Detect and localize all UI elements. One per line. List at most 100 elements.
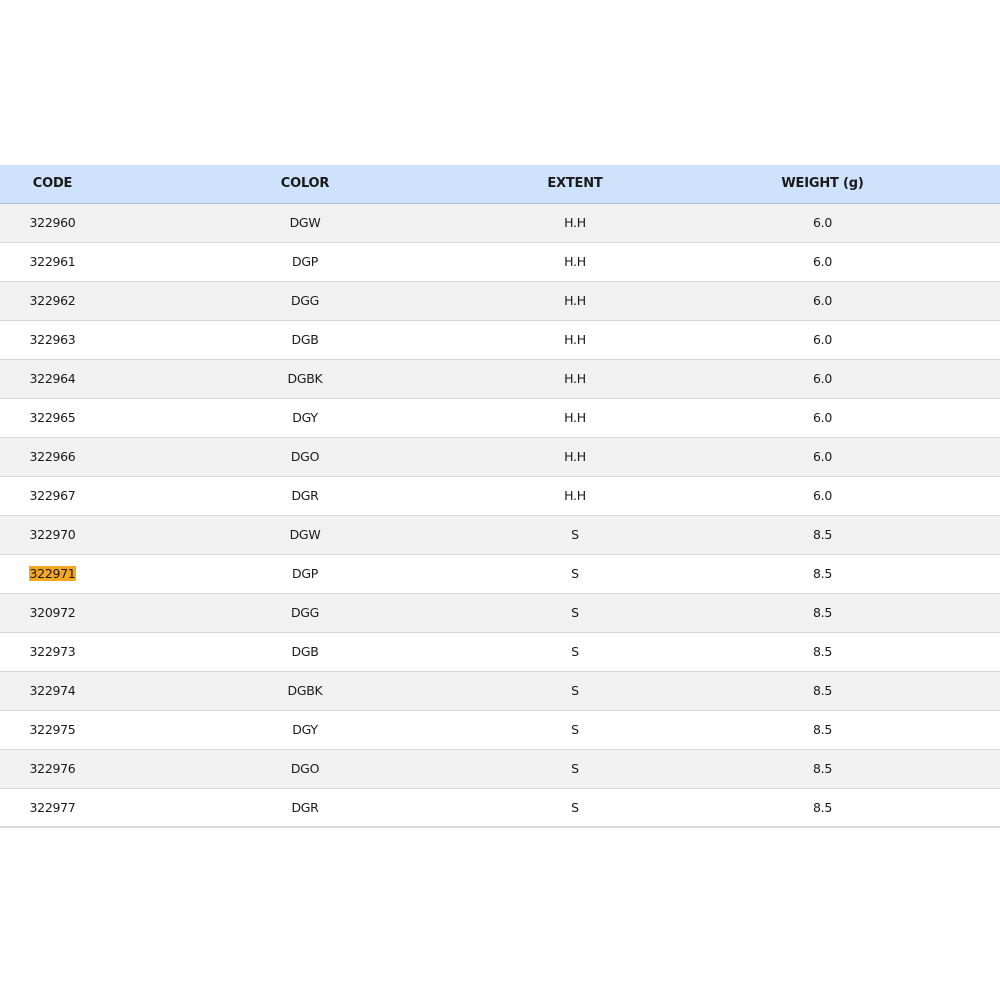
cell-color: DGBK: [287, 371, 323, 386]
cell-code: 322976: [0, 749, 105, 788]
cell-extent: S: [571, 605, 579, 620]
table-body: 322960 DGW H.H 6.0 322961 DGP H.H 6.0 322962 DGG H…: [0, 203, 1000, 827]
code-text: 322962: [29, 293, 76, 308]
cell-weight: 8.5: [813, 799, 832, 815]
cell-color: DGP: [292, 254, 318, 269]
cell-extent: S: [571, 799, 579, 815]
cell-code: 322963: [0, 320, 105, 359]
column-header-color: COLOR: [105, 165, 505, 204]
cell-extent: H.H: [564, 371, 586, 386]
cell-code: 322962: [0, 281, 105, 320]
column-header-code: CODE: [0, 165, 105, 204]
cell-code: 322974: [0, 671, 105, 710]
cell-extent: H.H: [564, 293, 586, 308]
cell-code: 320972: [0, 593, 105, 632]
cell-code: 322977: [0, 788, 105, 827]
code-text: 322967: [29, 488, 76, 503]
cell-color: DGG: [290, 293, 320, 308]
cell-color: DGR: [291, 799, 319, 815]
cell-extent: S: [571, 566, 579, 581]
cell-weight: 8.5: [813, 683, 832, 698]
cell-color: DGG: [290, 605, 320, 620]
table-row: 322965 DGY H.H 6.0: [0, 398, 1000, 437]
highlighted-code-text: 322971: [28, 566, 77, 581]
table-row: 322970 DGW S 8.5: [0, 515, 1000, 554]
table-row: 322963 DGB H.H 6.0: [0, 320, 1000, 359]
cell-extent: H.H: [564, 449, 586, 464]
cell-weight: 6.0: [813, 215, 832, 230]
code-text: 322977: [29, 799, 76, 815]
cell-code: 322965: [0, 398, 105, 437]
cell-extent: S: [571, 527, 579, 542]
table-row: 322966 DGO H.H 6.0: [0, 437, 1000, 476]
cell-code: 322964: [0, 359, 105, 398]
code-text: 322960: [29, 215, 76, 230]
cell-color: DGW: [289, 527, 321, 542]
cell-weight: 6.0: [813, 332, 832, 347]
table-row: 322961 DGP H.H 6.0: [0, 242, 1000, 281]
cell-color: DGO: [290, 761, 320, 776]
cell-code: 322967: [0, 476, 105, 515]
cell-extent: H.H: [564, 488, 586, 503]
table-header-row: CODE COLOR EXTENT WEIGHT (g): [0, 165, 1000, 204]
code-text: 322966: [29, 449, 76, 464]
table-row: 322962 DGG H.H 6.0: [0, 281, 1000, 320]
cell-code: 322973: [0, 632, 105, 671]
cell-color: DGY: [292, 410, 318, 425]
code-text: 322964: [29, 371, 76, 386]
cell-code: 322966: [0, 437, 105, 476]
cell-extent: S: [571, 644, 579, 659]
cell-extent: H.H: [564, 215, 586, 230]
cell-weight: 8.5: [813, 566, 832, 581]
product-spec-table: CODE COLOR EXTENT WEIGHT (g) 322960 DGW H.…: [0, 165, 1000, 828]
cell-code: 322970: [0, 515, 105, 554]
table-row: 322967 DGR H.H 6.0: [0, 476, 1000, 515]
code-text: 320972: [29, 605, 76, 620]
code-text: 322973: [29, 644, 76, 659]
code-text: 322976: [29, 761, 76, 776]
cell-color: DGB: [291, 332, 319, 347]
cell-color: DGB: [291, 644, 319, 659]
cell-weight: 6.0: [813, 371, 832, 386]
cell-color: DGO: [290, 449, 320, 464]
cell-weight: 6.0: [813, 293, 832, 308]
table-row: 322976 DGO S 8.5: [0, 749, 1000, 788]
code-text: 322974: [29, 683, 76, 698]
cell-color: DGY: [292, 722, 318, 737]
cell-weight: 6.0: [813, 488, 832, 503]
table-row: 322977 DGR S 8.5: [0, 788, 1000, 827]
table-row: 322973 DGB S 8.5: [0, 632, 1000, 671]
table-row: 322964 DGBK H.H 6.0: [0, 359, 1000, 398]
cell-weight: 8.5: [813, 761, 832, 776]
cell-code: 322975: [0, 710, 105, 749]
cell-weight: 6.0: [813, 449, 832, 464]
cell-code: 322961: [0, 242, 105, 281]
code-text: 322965: [29, 410, 76, 425]
cell-weight: 6.0: [813, 254, 832, 269]
table-row: 320972 DGG S 8.5: [0, 593, 1000, 632]
cell-extent: H.H: [564, 332, 586, 347]
cell-color: DGP: [292, 566, 318, 581]
cell-extent: S: [571, 683, 579, 698]
cell-code: 322971: [0, 554, 105, 593]
cell-color: DGW: [289, 215, 321, 230]
code-text: 322970: [29, 527, 76, 542]
code-text: 322961: [29, 254, 76, 269]
cell-extent: S: [571, 761, 579, 776]
code-text: 322975: [29, 722, 76, 737]
cell-color: DGR: [291, 488, 319, 503]
cell-weight: 8.5: [813, 605, 832, 620]
cell-weight: 8.5: [813, 644, 832, 659]
column-header-weight: WEIGHT (g): [645, 165, 1000, 204]
cell-weight: 6.0: [813, 410, 832, 425]
cell-extent: H.H: [564, 410, 586, 425]
cell-code: 322960: [0, 203, 105, 242]
cell-weight: 8.5: [813, 527, 832, 542]
table-row: 322974 DGBK S 8.5: [0, 671, 1000, 710]
column-header-extent: EXTENT: [505, 165, 645, 204]
cell-extent: H.H: [564, 254, 586, 269]
cell-weight: 8.5: [813, 722, 832, 737]
table-row: 322975 DGY S 8.5: [0, 710, 1000, 749]
table-header: CODE COLOR EXTENT WEIGHT (g): [0, 165, 1000, 204]
code-text: 322963: [29, 332, 76, 347]
